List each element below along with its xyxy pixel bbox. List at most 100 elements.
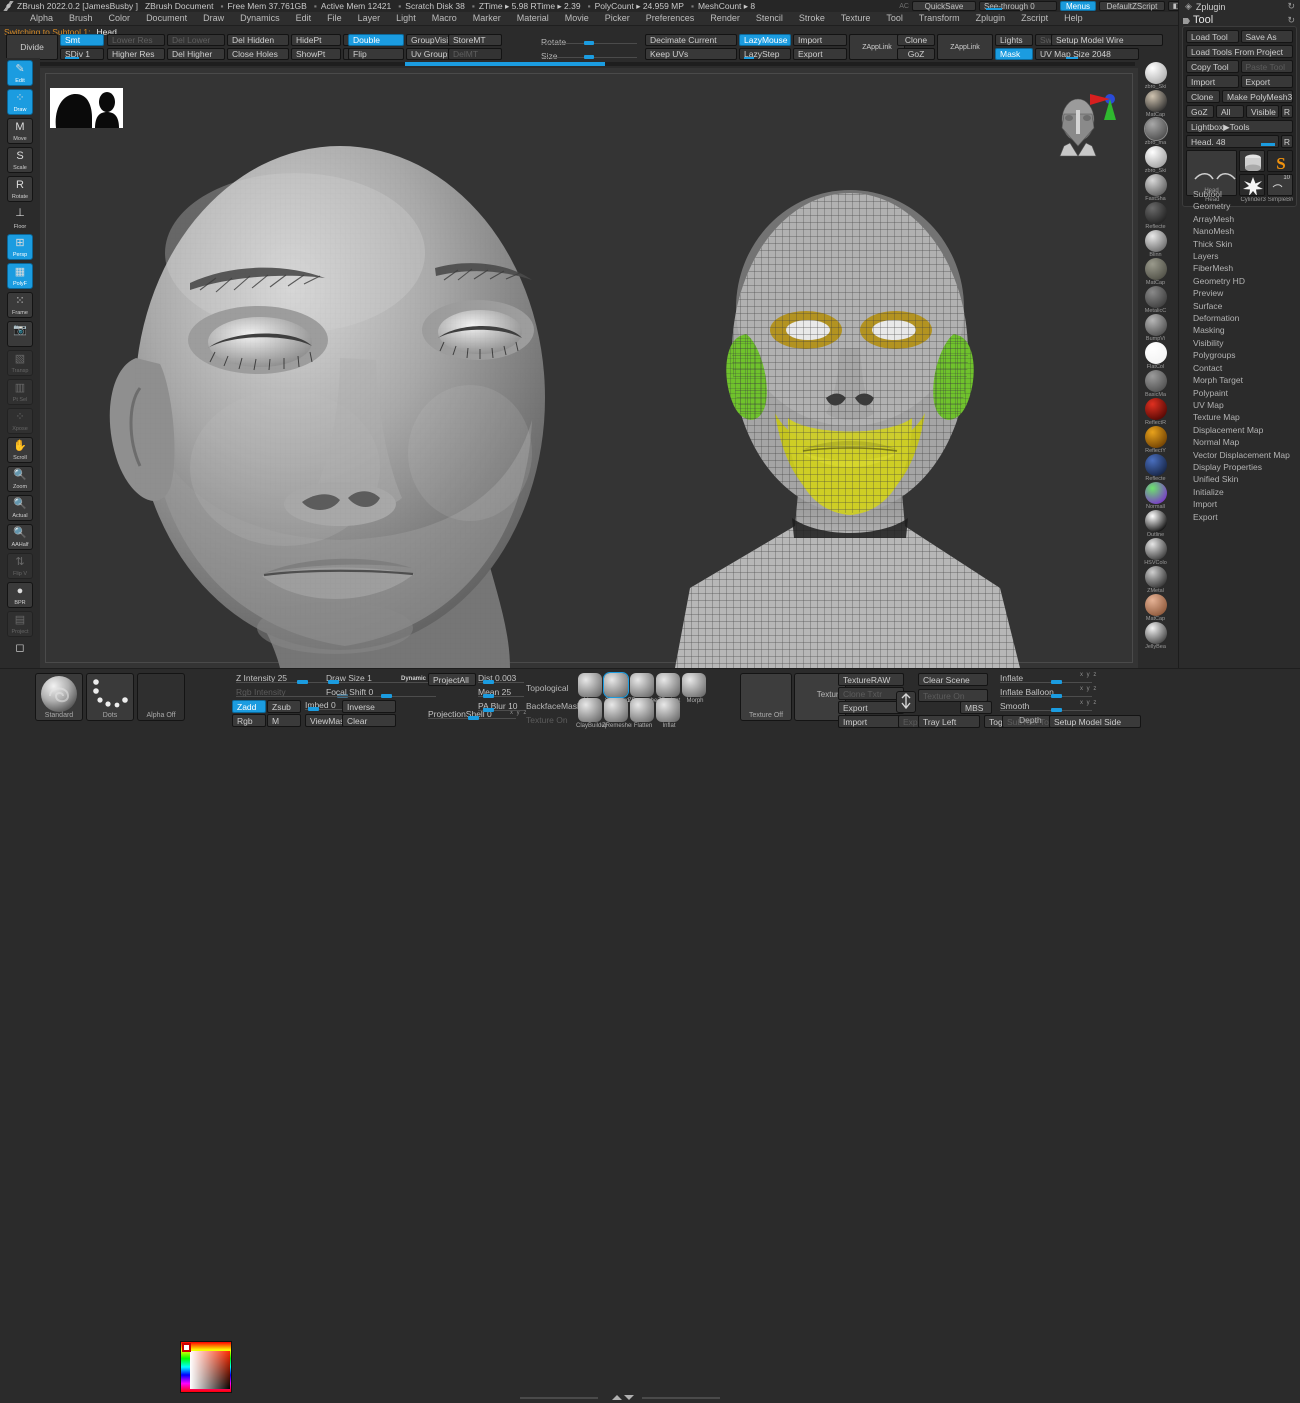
material-swatch[interactable]: MetalicC [1142, 286, 1169, 313]
menu-movie[interactable]: Movie [557, 12, 597, 25]
material-swatch[interactable]: Normall [1142, 482, 1169, 509]
left-tool-snapshot[interactable]: 📷 [7, 321, 33, 347]
rgb-toggle[interactable]: Rgb [232, 714, 266, 727]
menu-file[interactable]: File [319, 12, 350, 25]
tool-subpalette-thick-skin[interactable]: Thick Skin [1179, 238, 1300, 250]
tool-subpalette-morph-target[interactable]: Morph Target [1179, 374, 1300, 386]
left-tool-cube[interactable]: ◻ [7, 640, 33, 666]
zsub-toggle[interactable]: Zsub [267, 700, 301, 713]
rotate-slider[interactable]: Rotate [541, 38, 637, 48]
thumbnail-simplebrush[interactable]: S [1267, 150, 1293, 172]
sdiv-slider[interactable]: SDiv 1 [60, 48, 104, 60]
mbs-button[interactable]: MBS [960, 701, 992, 714]
tool-subpalette-masking[interactable]: Masking [1179, 324, 1300, 336]
material-swatch[interactable]: HSVColo [1142, 538, 1169, 565]
material-swatch[interactable]: ReflectY [1142, 426, 1169, 453]
import-button[interactable]: Import [793, 34, 847, 46]
setup-model-wire-button[interactable]: Setup Model Wire [1051, 34, 1163, 46]
load-tool-button[interactable]: Load Tool [1186, 30, 1239, 43]
menu-zplugin[interactable]: Zplugin [968, 12, 1014, 25]
tool-r-button[interactable]: R [1281, 135, 1293, 148]
lightbox-tools-button[interactable]: Lightbox▶Tools [1186, 120, 1293, 133]
shelf-scroll-arrows[interactable] [520, 1393, 720, 1399]
mean-slider[interactable]: Mean 25 [478, 687, 524, 698]
left-tool-persp[interactable]: ⊞Persp [7, 234, 33, 260]
material-swatch[interactable]: ZMetal [1142, 566, 1169, 593]
menu-color[interactable]: Color [101, 12, 139, 25]
left-tool-scroll[interactable]: ✋Scroll [7, 437, 33, 463]
export-button[interactable]: Export [1241, 75, 1294, 88]
tool-subpalette-normal-map[interactable]: Normal Map [1179, 436, 1300, 448]
del-lower-button[interactable]: Del Lower [167, 34, 225, 46]
material-swatch[interactable]: JellyBea [1142, 622, 1169, 649]
goz-r-button[interactable]: R [1281, 105, 1293, 118]
quick-brush-claybuildup[interactable]: ClayBuildup [578, 698, 604, 731]
zplugin-refresh-icon[interactable]: ↻ [1287, 1, 1295, 12]
menus-button[interactable]: Menus [1060, 1, 1096, 11]
import-button[interactable]: Import [1186, 75, 1239, 88]
size-slider[interactable]: Size [541, 52, 637, 62]
tool-subpalette-subtool[interactable]: Subtool [1179, 188, 1300, 200]
del-hidden-button[interactable]: Del Hidden [227, 34, 289, 46]
backfacemask-label[interactable]: BackfaceMask [526, 701, 581, 711]
save-as-button[interactable]: Save As [1241, 30, 1294, 43]
goz-all-button[interactable]: All [1216, 105, 1244, 118]
menu-material[interactable]: Material [509, 12, 557, 25]
projectall-button[interactable]: ProjectAll [428, 673, 476, 686]
left-tool-draw[interactable]: ⁘Draw [7, 89, 33, 115]
hidept-button[interactable]: HidePt [291, 34, 341, 46]
depth-label[interactable]: Depth [1019, 715, 1042, 725]
left-tool-rotate[interactable]: RRotate [7, 176, 33, 202]
menu-stroke[interactable]: Stroke [791, 12, 833, 25]
keep-uvs-button[interactable]: Keep UVs [645, 48, 737, 60]
divide-button[interactable]: Divide [6, 34, 58, 60]
tool-subpalette-import[interactable]: Import [1179, 498, 1300, 510]
decimate-current-button[interactable]: Decimate Current [645, 34, 737, 46]
material-swatch[interactable]: Reflecte [1142, 202, 1169, 229]
left-tool-zoom[interactable]: 🔍Zoom [7, 466, 33, 492]
color-picker[interactable] [180, 1341, 232, 1393]
left-tool-projection[interactable]: ▤Project [7, 611, 33, 637]
default-zscript-button[interactable]: DefaultZScript [1099, 1, 1165, 11]
quick-brush-morph[interactable]: Morph [682, 673, 708, 706]
del-higher-button[interactable]: Del Higher [167, 48, 225, 60]
menu-draw[interactable]: Draw [195, 12, 232, 25]
clear-scene-button[interactable]: Clear Scene [918, 673, 988, 686]
tool-subpalette-preview[interactable]: Preview [1179, 287, 1300, 299]
zplugin-header[interactable]: ◈ Zplugin ↻ [1179, 0, 1300, 13]
uv-map-size-slider[interactable]: UV Map Size 2048 [1035, 48, 1139, 60]
left-tool-bpr[interactable]: ●BPR [7, 582, 33, 608]
tool-subpalette-geometry-hd[interactable]: Geometry HD [1179, 275, 1300, 287]
navigation-gizmo[interactable] [1036, 88, 1126, 158]
material-swatch[interactable]: BasicMa [1142, 370, 1169, 397]
tool-subpalette-displacement-map[interactable]: Displacement Map [1179, 424, 1300, 436]
left-tool-edit[interactable]: ✎Edit [7, 60, 33, 86]
material-swatch[interactable]: Blinn [1142, 230, 1169, 257]
tool-subpalette-fibermesh[interactable]: FiberMesh [1179, 262, 1300, 274]
tool-subpalette-texture-map[interactable]: Texture Map [1179, 411, 1300, 423]
close-holes-button[interactable]: Close Holes [227, 48, 289, 60]
goz-button[interactable]: GoZ [897, 48, 935, 60]
left-tool-floor[interactable]: ⊥Floor [7, 205, 33, 231]
tool-subpalette-contact[interactable]: Contact [1179, 362, 1300, 374]
clone-button[interactable]: Clone [1186, 90, 1220, 103]
showpt-button[interactable]: ShowPt [291, 48, 341, 60]
lights-button[interactable]: Lights [995, 34, 1033, 46]
quicksave-button[interactable]: QuickSave [912, 1, 976, 11]
textureraw-button[interactable]: TextureRAW [838, 673, 904, 686]
material-swatch[interactable]: FastSha [1142, 174, 1169, 201]
material-swatch[interactable]: MatCap [1142, 258, 1169, 285]
tool-subpalette-layers[interactable]: Layers [1179, 250, 1300, 262]
menu-light[interactable]: Light [388, 12, 424, 25]
copy-tool-button[interactable]: Copy Tool [1186, 60, 1239, 73]
left-tool-ptsel[interactable]: ▥Pt Sel [7, 379, 33, 405]
tool-subpalette-vector-displacement-map[interactable]: Vector Displacement Map [1179, 449, 1300, 461]
left-tool-xpose[interactable]: ⁘Xpose [7, 408, 33, 434]
menu-brush[interactable]: Brush [61, 12, 101, 25]
setup-model-side-button[interactable]: Setup Model Side [1049, 715, 1141, 728]
left-tool-actual[interactable]: 🔍Actual [7, 495, 33, 521]
current-alpha-preview[interactable]: Alpha Off [137, 673, 185, 721]
tool-subpalette-polygroups[interactable]: Polygroups [1179, 349, 1300, 361]
storemt-button[interactable]: StoreMT [448, 34, 502, 46]
tool-subpalette-visibility[interactable]: Visibility [1179, 337, 1300, 349]
